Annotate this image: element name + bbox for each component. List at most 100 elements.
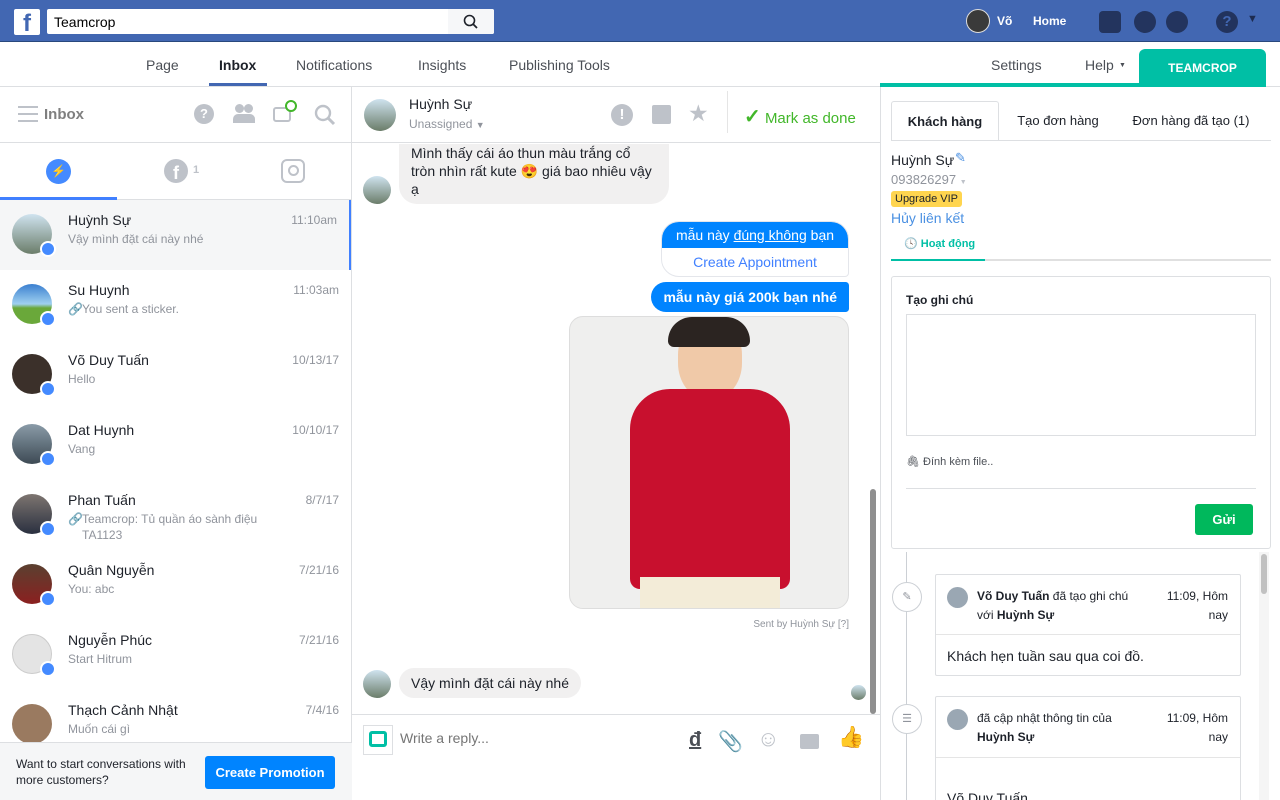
message-bubble: Mình thấy cái áo thun màu trắng cổ tròn … — [399, 144, 669, 204]
nav-help[interactable]: Help — [1085, 57, 1114, 73]
timestamp: 7/4/16 — [305, 703, 339, 717]
reply-composer: đ 📎 ☺ 👍 — [352, 714, 880, 800]
send-note-button[interactable]: Gửi — [1195, 504, 1253, 535]
tab-create-order[interactable]: Tạo đơn hàng — [999, 101, 1117, 140]
conversation-list[interactable]: Huỳnh Sự 11:10am Vậy mình đặt cái này nhé … — [0, 200, 351, 742]
entry-time: 11:09, Hôm nay — [1166, 711, 1228, 744]
nav-settings[interactable]: Settings — [991, 57, 1042, 73]
tab-customer[interactable]: Khách hàng — [891, 101, 999, 140]
sent-by-help-link[interactable]: [?] — [838, 619, 849, 630]
phone-dropdown[interactable]: 093826297 ▼ — [891, 172, 967, 187]
search-input[interactable] — [47, 9, 448, 34]
contact-name: Võ Duy Tuấn — [68, 352, 149, 368]
facebook-count: 1 — [193, 164, 200, 176]
user-name-link[interactable]: Võ — [997, 14, 1012, 28]
menu-icon[interactable] — [18, 106, 38, 122]
conversation-item[interactable]: Nguyễn Phúc 7/21/16 Start Hitrum — [0, 620, 351, 690]
messenger-badge-icon — [40, 381, 56, 397]
contact-name[interactable]: Huỳnh Sự — [409, 96, 472, 112]
actor-avatar — [947, 709, 968, 730]
note-textarea[interactable] — [906, 314, 1256, 436]
timeline-entry: Võ Duy Tuấn đã tạo ghi chú với Huỳnh Sự … — [935, 574, 1241, 676]
edit-note-icon: ✎ — [892, 582, 922, 612]
inbox-panel: Inbox ? ⚡ f 1 Huỳnh Sự 11:10am Vậy mình đặ… — [0, 87, 352, 800]
people-icon[interactable] — [233, 104, 255, 124]
like-icon[interactable]: 👍 — [838, 726, 864, 750]
divider — [727, 91, 728, 133]
emoji-icon[interactable]: ☺ — [757, 726, 779, 752]
messenger-channel-tab[interactable]: ⚡ — [46, 159, 71, 184]
help-icon[interactable]: ? — [1216, 11, 1238, 33]
tab-orders-created[interactable]: Đơn hàng đã tạo (1) — [1121, 101, 1261, 140]
list-icon: ☰ — [892, 704, 922, 734]
conversation-item[interactable]: Dat Huynh 10/10/17 Vang — [0, 410, 351, 480]
preview-text: Teamcrop: Tủ quần áo sành điệu TA1123 — [82, 512, 258, 542]
entry-time: 11:09, Hôm nay — [1166, 589, 1228, 622]
instagram-channel-tab[interactable] — [281, 159, 305, 183]
avatar — [12, 704, 52, 742]
attachment-icon: 🔗 — [68, 302, 83, 316]
conversation-item[interactable]: Su Huynh 11:03am 🔗 You sent a sticker. — [0, 270, 351, 340]
activity-tab[interactable]: 🕓 Hoạt động — [904, 237, 975, 250]
currency-icon[interactable]: đ — [689, 729, 701, 752]
messenger-badge-icon — [40, 591, 56, 607]
nav-publishing-tools[interactable]: Publishing Tools — [509, 57, 610, 73]
message-preview: Vang — [68, 442, 96, 456]
conversation-item[interactable]: Võ Duy Tuấn 10/13/17 Hello — [0, 340, 351, 410]
messenger-badge-icon — [40, 311, 56, 327]
nav-insights[interactable]: Insights — [418, 57, 466, 73]
friend-requests-icon[interactable] — [1099, 11, 1121, 33]
archive-icon[interactable] — [652, 105, 671, 124]
product-image[interactable] — [569, 316, 849, 609]
conversation-item[interactable]: Phan Tuấn 8/7/17 🔗 Teamcrop: Tủ quần áo sàn… — [0, 480, 351, 550]
contact-name: Quân Nguyễn — [68, 562, 155, 578]
upgrade-vip-badge[interactable]: Upgrade VIP — [891, 191, 962, 207]
search-icon[interactable] — [314, 104, 336, 126]
attachment-icon[interactable]: 📎 — [718, 729, 743, 754]
contact-name: Dat Huynh — [68, 422, 135, 438]
contact-name: Thạch Cảnh Nhật — [68, 702, 178, 718]
conversation-item[interactable]: Quân Nguyễn 7/21/16 You: abc — [0, 550, 351, 620]
create-promotion-button[interactable]: Create Promotion — [205, 756, 335, 789]
teamcrop-tab[interactable]: TEAMCROP — [1139, 49, 1266, 87]
conversation-item[interactable]: Huỳnh Sự 11:10am Vậy mình đặt cái này nhé — [0, 200, 351, 270]
help-caret-icon: ▼ — [1119, 62, 1126, 69]
note-form: Tạo ghi chú 🖇 Đính kèm file.. Gửi — [891, 276, 1271, 549]
reply-input[interactable] — [400, 730, 630, 746]
nav-page[interactable]: Page — [146, 57, 179, 73]
edit-pencil-icon[interactable]: ✎ — [955, 150, 966, 166]
help-icon[interactable]: ? — [194, 104, 214, 124]
messenger-badge-icon — [40, 241, 56, 257]
timestamp: 11:03am — [293, 283, 339, 297]
notifications-globe-icon[interactable] — [1166, 11, 1188, 33]
saved-replies-icon[interactable] — [800, 734, 819, 749]
message-link[interactable]: đúng không — [734, 227, 807, 243]
conversation-header: Huỳnh Sự Unassigned ▼ ! ★ ✓ Mark as done — [352, 87, 880, 143]
create-appointment-button[interactable]: Create Appointment — [662, 248, 848, 276]
spam-alert-icon[interactable]: ! — [611, 104, 633, 126]
scrollbar[interactable] — [1259, 552, 1269, 800]
facebook-channel-tab[interactable]: f — [164, 159, 188, 183]
facebook-logo[interactable]: f — [14, 9, 40, 35]
timestamp: 10/10/17 — [292, 423, 339, 437]
customer-name: Huỳnh Sự — [891, 152, 955, 168]
nav-notifications[interactable]: Notifications — [296, 57, 372, 73]
done-conversations-icon[interactable] — [273, 100, 297, 122]
teamcrop-app-icon[interactable] — [363, 725, 393, 755]
home-link[interactable]: Home — [1033, 14, 1066, 28]
messenger-icon[interactable] — [1134, 11, 1156, 33]
unlink-link[interactable]: Hủy liên kết — [891, 210, 964, 226]
nav-inbox[interactable]: Inbox — [219, 57, 256, 73]
page-nav: Page Inbox Notifications Insights Publis… — [0, 43, 1280, 87]
conversation-item[interactable]: Thạch Cảnh Nhật 7/4/16 Muốn cái gì — [0, 690, 351, 742]
entry-body: Khách hẹn tuần sau qua coi đồ. — [947, 648, 1144, 664]
star-icon[interactable]: ★ — [688, 100, 709, 127]
user-avatar[interactable] — [966, 9, 990, 33]
scrollbar[interactable] — [870, 489, 876, 714]
timestamp: 8/7/17 — [305, 493, 339, 507]
assignee-dropdown[interactable]: Unassigned ▼ — [409, 117, 485, 131]
account-menu-caret-icon[interactable]: ▼ — [1247, 13, 1258, 25]
search-button[interactable] — [448, 9, 494, 34]
attach-file-link[interactable]: 🖇 Đính kèm file.. — [906, 455, 993, 468]
mark-as-done-button[interactable]: ✓ Mark as done — [744, 104, 856, 129]
